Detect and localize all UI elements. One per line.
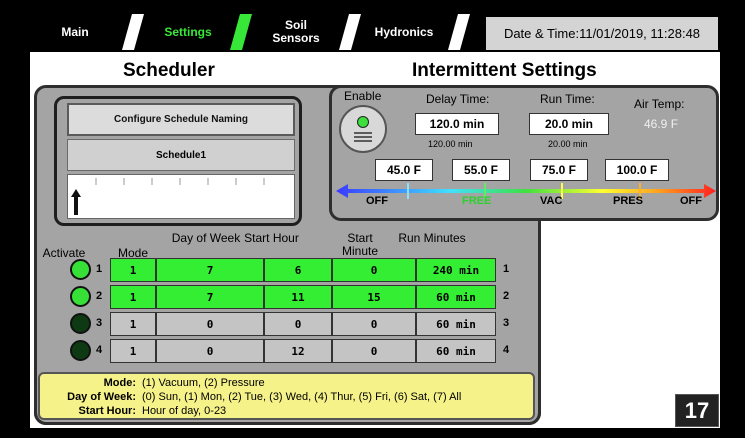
enable-label: Enable (344, 89, 382, 103)
legend-box: Mode: (1) Vacuum, (2) Pressure Day of We… (38, 372, 535, 420)
threshold-pres-off[interactable]: 100.0 F (605, 159, 669, 181)
legend-mode-key: Mode: (103, 377, 136, 389)
schedule-slider[interactable] (67, 174, 295, 219)
menu-lines-icon (354, 132, 372, 142)
enable-indicator-icon (357, 116, 369, 128)
cell-run[interactable]: 60 min (416, 312, 496, 336)
row-index-label: 4 (503, 344, 510, 356)
legend-hour-value: Hour of day, 0-23 (142, 405, 227, 417)
threshold-vac-pres[interactable]: 75.0 F (530, 159, 588, 181)
activate-toggle-1[interactable] (70, 259, 91, 280)
tab-soil-sensors[interactable]: Soil Sensors (256, 12, 336, 52)
schedule-name-display[interactable]: Schedule1 (67, 139, 295, 171)
header-start-minute: Start Minute (341, 231, 379, 258)
cell-mode[interactable]: 1 (110, 285, 156, 309)
delay-time-field[interactable]: 120.0 min (415, 113, 499, 135)
tab-settings[interactable]: Settings (148, 12, 228, 52)
cell-hour[interactable]: 11 (264, 285, 332, 309)
row-index-label: 1 (503, 263, 510, 275)
activate-toggle-3[interactable] (70, 313, 91, 334)
activate-toggle-2[interactable] (70, 286, 91, 307)
cell-run[interactable]: 60 min (416, 285, 496, 309)
cell-minute[interactable]: 0 (332, 339, 416, 363)
configure-schedule-naming-button[interactable]: Configure Schedule Naming (67, 103, 295, 136)
enable-button[interactable] (339, 105, 387, 153)
cell-day[interactable]: 0 (156, 312, 264, 336)
header-start-hour: Start Hour (244, 231, 299, 245)
cell-minute[interactable]: 15 (332, 285, 416, 309)
activate-toggle-4[interactable] (70, 340, 91, 361)
scale-label-off-high: OFF (680, 195, 702, 207)
cell-hour[interactable]: 6 (264, 258, 332, 282)
row-number: 2 (96, 290, 103, 302)
cell-minute[interactable]: 0 (332, 312, 416, 336)
header-run-minutes: Run Minutes (398, 231, 466, 245)
header-activate: Activate (42, 246, 86, 260)
cell-minute[interactable]: 0 (332, 258, 416, 282)
tab-main[interactable]: Main (34, 12, 116, 52)
legend-mode-value: (1) Vacuum, (2) Pressure (142, 377, 265, 389)
delay-time-sub: 120.00 min (428, 139, 473, 149)
tab-divider-icon (122, 14, 144, 50)
cell-day[interactable]: 7 (156, 258, 264, 282)
legend-day-key: Day of Week: (67, 391, 136, 403)
intermittent-title: Intermittent Settings (412, 60, 597, 81)
legend-day-value: (0) Sun, (1) Mon, (2) Tue, (3) Wed, (4) … (142, 391, 462, 403)
run-time-label: Run Time: (540, 92, 595, 106)
cell-hour[interactable]: 0 (264, 312, 332, 336)
cell-mode[interactable]: 1 (110, 312, 156, 336)
scale-label-pres: PRES (613, 195, 643, 207)
cell-day[interactable]: 7 (156, 285, 264, 309)
row-number: 1 (96, 263, 103, 275)
slider-ticks-icon (71, 178, 265, 215)
cell-run[interactable]: 60 min (416, 339, 496, 363)
row-number: 4 (96, 344, 103, 356)
tab-divider-icon (339, 14, 361, 50)
tab-hydronics[interactable]: Hydronics (364, 12, 444, 52)
hmi-screen: Main Settings Soil Sensors Hydronics Dat… (30, 12, 720, 428)
run-time-sub: 20.00 min (548, 139, 588, 149)
scale-label-off-low: OFF (366, 195, 388, 207)
row-number: 3 (96, 317, 103, 329)
temperature-scale-bar (336, 183, 716, 199)
row-index-label: 3 (503, 317, 510, 329)
top-nav-bar: Main Settings Soil Sensors Hydronics Dat… (30, 12, 720, 52)
tab-divider-icon (448, 14, 470, 50)
scale-label-free: FREE (462, 195, 492, 207)
slider-pointer-icon (71, 189, 81, 215)
air-temp-label: Air Temp: (634, 97, 685, 111)
legend-hour-key: Start Hour: (78, 405, 136, 417)
cell-mode[interactable]: 1 (110, 258, 156, 282)
run-time-field[interactable]: 20.0 min (529, 113, 609, 135)
scale-label-vac: VAC (540, 195, 563, 207)
cell-run[interactable]: 240 min (416, 258, 496, 282)
threshold-free-vac[interactable]: 55.0 F (452, 159, 510, 181)
cell-hour[interactable]: 12 (264, 339, 332, 363)
datetime-display: Date & Time:11/01/2019, 11:28:48 (486, 17, 718, 50)
delay-time-label: Delay Time: (426, 92, 490, 106)
cell-day[interactable]: 0 (156, 339, 264, 363)
tab-divider-icon (230, 14, 252, 50)
cell-mode[interactable]: 1 (110, 339, 156, 363)
scheduler-title: Scheduler (123, 60, 215, 81)
row-index-label: 2 (503, 290, 510, 302)
threshold-off-free[interactable]: 45.0 F (375, 159, 433, 181)
page-number: 17 (675, 394, 719, 427)
air-temp-value: 46.9 F (644, 117, 679, 131)
